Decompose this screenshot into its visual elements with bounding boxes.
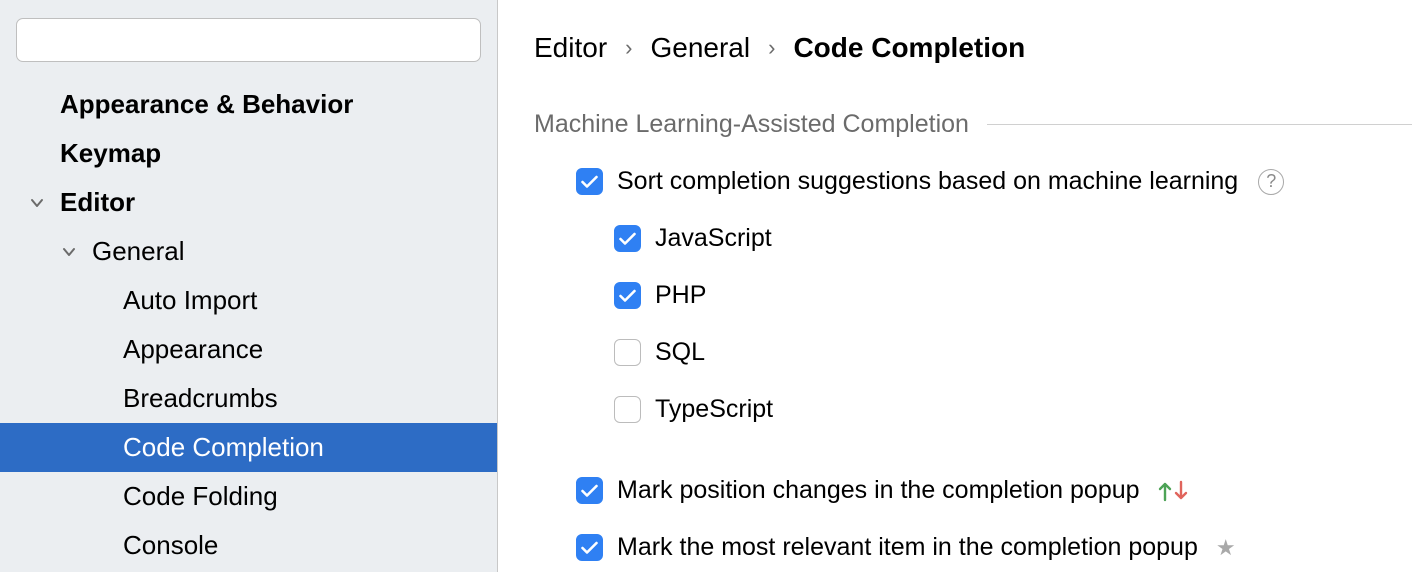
- option-label: Mark the most relevant item in the compl…: [617, 533, 1198, 562]
- search-input[interactable]: [16, 18, 481, 62]
- sidebar-item-appearance[interactable]: Appearance: [0, 325, 497, 374]
- chevron-right-icon: ›: [768, 35, 775, 61]
- sidebar-item-label: Breadcrumbs: [123, 383, 278, 414]
- option-label: JavaScript: [655, 224, 772, 253]
- sidebar-item-editor[interactable]: Editor: [0, 178, 497, 227]
- breadcrumb-item-general[interactable]: General: [650, 32, 750, 64]
- sidebar-item-general[interactable]: General: [0, 227, 497, 276]
- chevron-down-icon[interactable]: [62, 245, 92, 259]
- sidebar-item-label: Console: [123, 530, 218, 561]
- checkbox-mark-relevant[interactable]: [576, 534, 603, 561]
- option-lang-typescript[interactable]: TypeScript: [534, 395, 1412, 424]
- breadcrumb-item-current: Code Completion: [793, 32, 1025, 64]
- arrows-up-down-icon: [1158, 480, 1188, 502]
- chevron-right-icon: ›: [625, 35, 632, 61]
- sidebar-item-label: Auto Import: [123, 285, 257, 316]
- sidebar-item-label: Appearance & Behavior: [60, 89, 353, 120]
- breadcrumb: Editor › General › Code Completion: [534, 32, 1412, 64]
- settings-sidebar: Appearance & Behavior Keymap Editor General…: [0, 0, 498, 572]
- sidebar-item-label: General: [92, 236, 185, 267]
- sidebar-item-appearance-behavior[interactable]: Appearance & Behavior: [0, 80, 497, 129]
- sidebar-item-label: Keymap: [60, 138, 161, 169]
- checkbox-lang-sql[interactable]: [614, 339, 641, 366]
- sidebar-item-code-completion[interactable]: Code Completion: [0, 423, 497, 472]
- checkbox-lang-typescript[interactable]: [614, 396, 641, 423]
- checkbox-lang-php[interactable]: [614, 282, 641, 309]
- sidebar-item-label: Code Completion: [123, 432, 324, 463]
- checkbox-mark-position[interactable]: [576, 477, 603, 504]
- breadcrumb-item-editor[interactable]: Editor: [534, 32, 607, 64]
- option-label: TypeScript: [655, 395, 773, 424]
- sidebar-item-console[interactable]: Console: [0, 521, 497, 570]
- chevron-down-icon[interactable]: [30, 196, 60, 210]
- option-lang-sql[interactable]: SQL: [534, 338, 1412, 367]
- checkbox-lang-javascript[interactable]: [614, 225, 641, 252]
- divider: [987, 124, 1412, 125]
- sidebar-item-code-folding[interactable]: Code Folding: [0, 472, 497, 521]
- section-header: Machine Learning-Assisted Completion: [534, 110, 1412, 139]
- sidebar-item-label: Editor: [60, 187, 135, 218]
- option-mark-relevant[interactable]: Mark the most relevant item in the compl…: [534, 533, 1412, 562]
- section-title: Machine Learning-Assisted Completion: [534, 110, 969, 139]
- sidebar-item-keymap[interactable]: Keymap: [0, 129, 497, 178]
- sidebar-item-label: Code Folding: [123, 481, 278, 512]
- option-label: PHP: [655, 281, 706, 310]
- sidebar-item-auto-import[interactable]: Auto Import: [0, 276, 497, 325]
- option-label: Mark position changes in the completion …: [617, 476, 1140, 505]
- checkbox-sort-ml[interactable]: [576, 168, 603, 195]
- star-icon: ★: [1216, 535, 1236, 561]
- sidebar-item-breadcrumbs[interactable]: Breadcrumbs: [0, 374, 497, 423]
- settings-content: Editor › General › Code Completion Machi…: [498, 0, 1412, 572]
- option-sort-ml[interactable]: Sort completion suggestions based on mac…: [534, 167, 1412, 196]
- sidebar-item-label: Appearance: [123, 334, 263, 365]
- option-lang-javascript[interactable]: JavaScript: [534, 224, 1412, 253]
- option-label: Sort completion suggestions based on mac…: [617, 167, 1238, 196]
- help-icon[interactable]: ?: [1258, 169, 1284, 195]
- option-lang-php[interactable]: PHP: [534, 281, 1412, 310]
- option-mark-position[interactable]: Mark position changes in the completion …: [534, 476, 1412, 505]
- option-label: SQL: [655, 338, 705, 367]
